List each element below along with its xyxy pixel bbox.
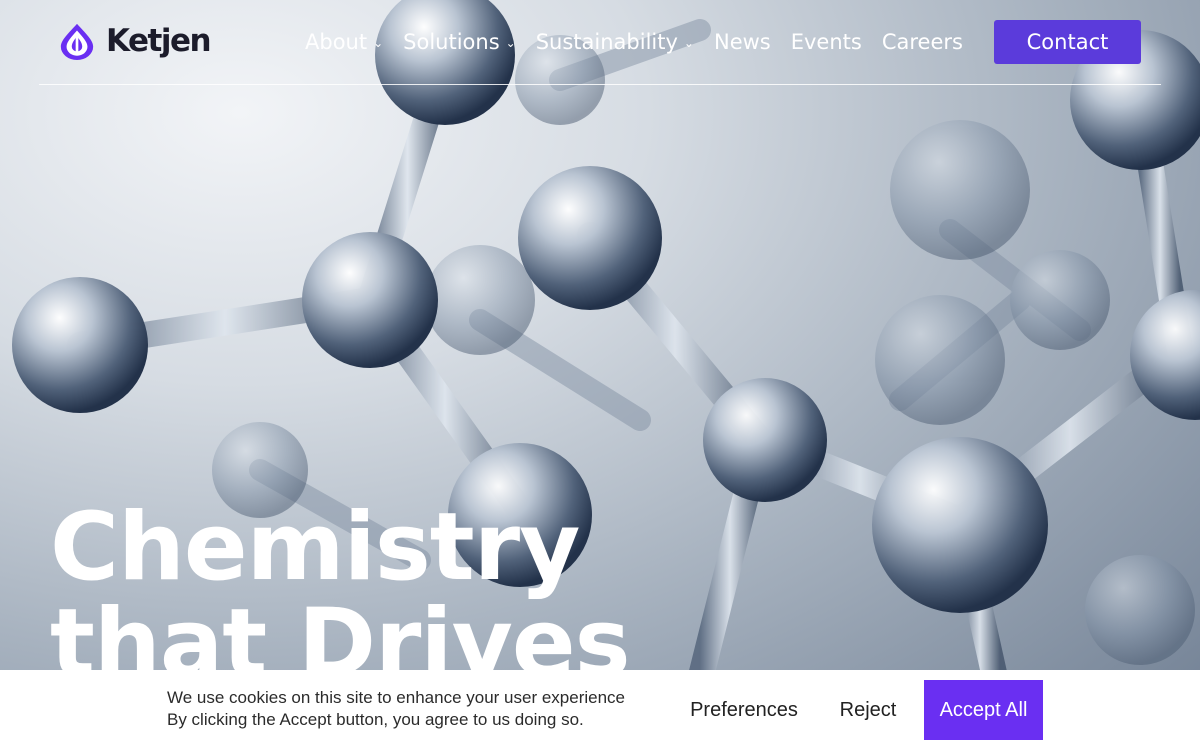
chevron-down-icon: ⌄	[373, 36, 384, 50]
nav-label: Solutions	[403, 30, 500, 54]
cookie-consent-bar: We use cookies on this site to enhance y…	[0, 670, 1200, 750]
nav-item-careers[interactable]: Careers	[882, 30, 963, 54]
droplet-logo-icon	[60, 23, 94, 60]
ketjen-logo[interactable]: Ketjen	[58, 22, 212, 60]
cookie-preferences-button[interactable]: Preferences	[680, 680, 808, 740]
nav-label: Careers	[881, 30, 963, 54]
hero-title-line-1: Chemistry	[50, 493, 580, 602]
nav-item-events[interactable]: Events	[791, 30, 862, 54]
nav-label: News	[713, 30, 771, 54]
cookie-message: We use cookies on this site to enhance y…	[167, 687, 667, 731]
main-nav: About ⌄ Solutions ⌄ Sustainability ⌄ New…	[305, 20, 983, 64]
chevron-down-icon: ⌄	[683, 36, 694, 50]
hero-title: Chemistry that Drives	[50, 500, 750, 692]
nav-label: Events	[790, 30, 862, 54]
logo-wordmark: Ketjen	[106, 23, 212, 59]
contact-button[interactable]: Contact	[994, 20, 1141, 64]
cookie-reject-button[interactable]: Reject	[830, 680, 906, 740]
nav-item-solutions[interactable]: Solutions ⌄	[403, 30, 516, 54]
nav-label: Sustainability	[535, 30, 678, 54]
nav-item-sustainability[interactable]: Sustainability ⌄	[536, 30, 694, 54]
cookie-message-line-1: We use cookies on this site to enhance y…	[167, 688, 626, 707]
nav-item-news[interactable]: News	[714, 30, 771, 54]
cookie-message-line-2: By clicking the Accept button, you agree…	[167, 710, 584, 729]
nav-item-about[interactable]: About ⌄	[305, 30, 383, 54]
chevron-down-icon: ⌄	[505, 36, 516, 50]
site-header: Ketjen About ⌄ Solutions ⌄ Sustainabilit…	[39, 0, 1161, 85]
nav-label: About	[305, 30, 368, 54]
cookie-accept-all-button[interactable]: Accept All	[924, 680, 1043, 740]
